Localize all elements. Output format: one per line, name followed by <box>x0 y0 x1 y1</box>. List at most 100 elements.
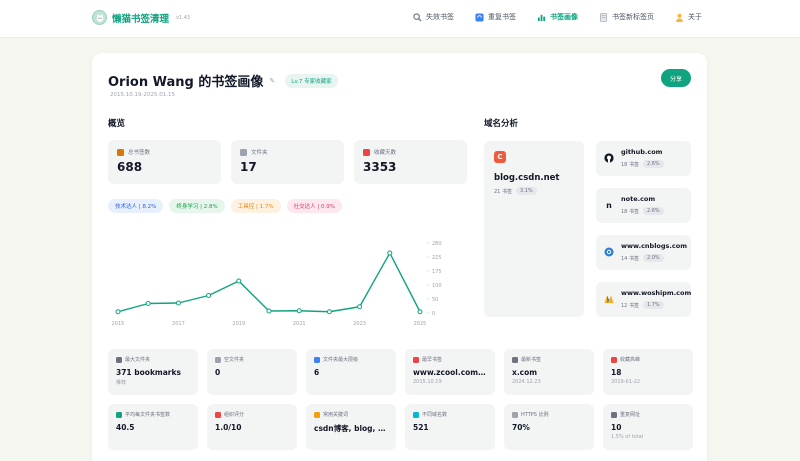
y-tick-label: 280 <box>432 241 442 247</box>
data-point[interactable] <box>357 304 363 310</box>
detail-value: 40.5 <box>116 423 135 432</box>
person-icon <box>674 12 684 22</box>
detail-sub: 推荐 <box>116 380 127 386</box>
stat-value: 3353 <box>363 160 397 174</box>
detail-stat: 重复网址 10 1.5% of total <box>603 404 693 450</box>
level-badge: Lv.7 专家收藏家 <box>285 73 338 88</box>
stat-total-bookmarks: 总书签数 688 <box>108 140 221 184</box>
top-bar: 懒猫书签清理 v1.43 失效书签 重复书签 书签画像 书签新标签页 关于 <box>0 0 800 38</box>
detail-sub: 1.5% of total <box>611 434 644 440</box>
domain-pct: 2.6% <box>642 160 664 168</box>
data-point[interactable] <box>206 293 212 298</box>
detail-label: 空文件夹 <box>224 357 245 363</box>
y-tick-label: 50 <box>432 297 438 303</box>
data-point[interactable] <box>115 309 121 315</box>
x-tick-label: 2021 <box>293 321 306 327</box>
github-icon <box>604 153 614 163</box>
domain-count: 18 书签 <box>621 208 639 215</box>
csdn-icon: C <box>494 151 506 163</box>
nav-label: 书签画像 <box>550 13 578 21</box>
y-tick-label: 0 <box>432 311 435 317</box>
x-tick-label: 2023 <box>353 321 366 327</box>
detail-value: 6 <box>314 368 320 377</box>
persona-tag: 终身学习 | 2.8% <box>169 199 225 213</box>
stat-icon <box>413 411 419 418</box>
data-point[interactable] <box>145 301 151 306</box>
yearly-bookmarks-chart: 0 50 100 175 225 280 2015 2017 2019 2021 2023 2025 <box>112 241 442 327</box>
detail-value: csdn博客, blog, 人... <box>314 424 388 433</box>
nav-item-about[interactable]: 关于 <box>674 12 702 22</box>
detail-value: 1.0/10 <box>215 423 242 432</box>
tag-pct: 0.9% <box>320 204 335 210</box>
nav-item-newtab[interactable]: 书签新标签页 <box>598 12 654 22</box>
document-icon <box>598 12 608 22</box>
nav-label: 重复书签 <box>488 13 516 21</box>
tag-label: 技术达人 <box>115 204 138 210</box>
domain-pct: 2.6% <box>642 207 664 215</box>
stat-icon <box>314 356 320 363</box>
nav-item-broken[interactable]: 失效书签 <box>412 12 454 22</box>
domain-count: 14 书签 <box>621 255 639 262</box>
series-line <box>117 252 421 313</box>
tag-label: 工具控 <box>237 204 255 210</box>
app-version: v1.43 <box>176 14 191 21</box>
nav-label: 书签新标签页 <box>612 13 654 21</box>
cnblogs-icon <box>604 247 614 257</box>
nav-item-duplicate[interactable]: 重复书签 <box>474 12 516 22</box>
top-domain-card[interactable]: C blog.csdn.net 21 书签 3.1% <box>484 141 584 317</box>
overview-title: 概览 <box>108 119 126 129</box>
detail-value: 371 bookmarks <box>116 368 181 377</box>
stat-value: 688 <box>117 160 143 174</box>
duplicate-icon <box>474 12 484 22</box>
detail-stat: 平均每文件夹书签数 40.5 <box>108 404 198 450</box>
stat-icon <box>413 356 419 363</box>
nav-item-profile[interactable]: 书签画像 <box>536 12 578 22</box>
data-point[interactable] <box>175 300 181 306</box>
domain-item[interactable]: github.com 18 书签 2.6% <box>596 141 691 176</box>
detail-stat: 组织评分 1.0/10 <box>207 404 297 450</box>
y-tick-label: 100 <box>432 283 442 289</box>
share-button[interactable]: 分享 <box>661 69 691 87</box>
detail-label: 重复网址 <box>620 412 641 418</box>
note-icon: n <box>606 200 612 210</box>
detail-stat: 不同域名数 521 <box>405 404 495 450</box>
main-nav: 失效书签 重复书签 书签画像 书签新标签页 关于 <box>412 12 702 22</box>
detail-label: 不同域名数 <box>422 412 448 418</box>
top-domain-pct: 3.1% <box>515 187 537 195</box>
domain-item[interactable]: www.woshipm.com 12 书签 1.7% <box>596 282 691 317</box>
domain-name: www.woshipm.com <box>621 289 692 297</box>
stat-label: 文件夹 <box>251 150 268 156</box>
search-icon <box>412 12 422 22</box>
data-point[interactable] <box>387 250 393 256</box>
detail-value: 70% <box>512 423 530 432</box>
domain-item[interactable]: www.cnblogs.com 14 书签 2.0% <box>596 235 691 270</box>
detail-stat: 最早书签 www.zcool.com.cn 2015.10.19 <box>405 349 495 395</box>
data-point[interactable] <box>266 308 272 314</box>
data-point[interactable] <box>296 308 302 314</box>
stat-icon <box>215 356 221 363</box>
detail-label: 最新书签 <box>521 357 542 363</box>
data-point[interactable] <box>326 309 332 315</box>
stat-label: 收藏天数 <box>374 150 397 156</box>
detail-label: 组织评分 <box>224 412 245 418</box>
detail-value: x.com <box>512 368 538 377</box>
brand[interactable]: 懒猫书签清理 v1.43 <box>92 10 190 25</box>
detail-label: HTTPS 比例 <box>521 412 549 418</box>
detail-sub: 2024.12.23 <box>512 379 541 385</box>
detail-value: 0 <box>215 368 221 377</box>
domain-item[interactable]: n note.com 18 书签 2.6% <box>596 188 691 223</box>
edit-icon[interactable]: ✎ <box>269 77 275 85</box>
stat-value: 17 <box>240 160 257 174</box>
detail-stat: 文件夹最大层级 6 <box>306 349 396 395</box>
tag-pct: 1.7% <box>259 204 274 210</box>
data-point[interactable] <box>236 278 242 284</box>
data-point[interactable] <box>417 309 423 315</box>
title-row: Orion Wang 的书签画像 ✎ Lv.7 专家收藏家 <box>108 71 338 90</box>
detail-stat: 常用关键词 csdn博客, blog, 人... <box>306 404 396 450</box>
stat-icon <box>116 411 122 418</box>
date-range: 2015.10.19-2025.01.15 <box>110 92 175 98</box>
domain-name: github.com <box>621 148 663 156</box>
x-tick-label: 2015 <box>112 321 125 327</box>
stat-icon <box>611 411 617 418</box>
persona-tag: 社交达人 | 0.9% <box>286 199 342 213</box>
